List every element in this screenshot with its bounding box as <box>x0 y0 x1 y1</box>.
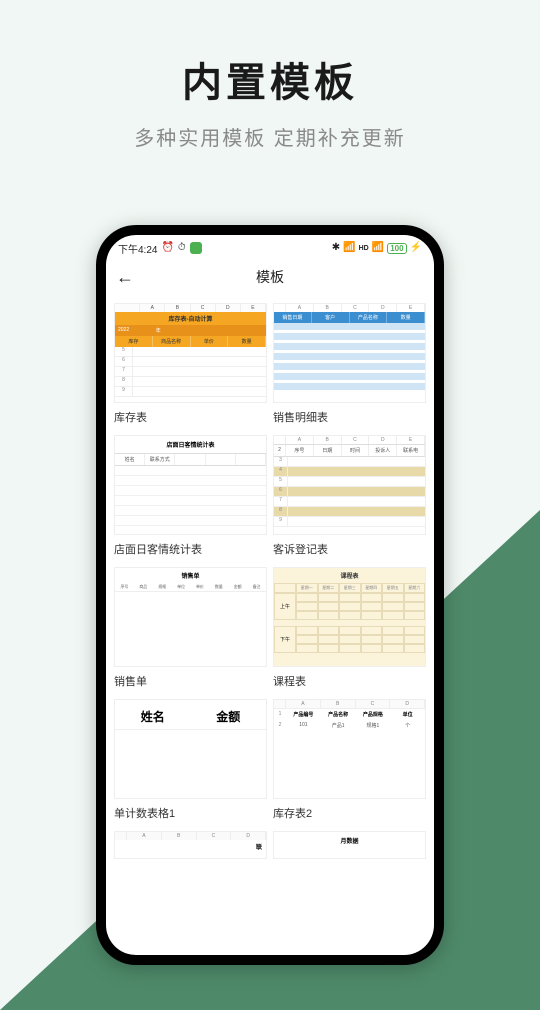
template-thumb: ABCD 1产品编号产品名称产品规格单位 2101产品1规格1个 <box>273 699 426 799</box>
alarm-off-icon: ⏰ <box>161 243 173 253</box>
signal-icon: 📶 <box>343 243 355 253</box>
template-thumb: 月数据 <box>273 831 426 859</box>
template-label: 课程表 <box>273 673 426 689</box>
template-thumb: ABCD 联 <box>114 831 267 859</box>
template-item-sales-doc[interactable]: 销售单 序号商品规格单位单价数量金额备注 销售单 <box>114 567 267 689</box>
template-label: 客诉登记表 <box>273 541 426 557</box>
phone-frame: 下午4:24 ⏰ ⏱ ✱ 📶 HD 📶 100 ⚡ ← 模板 <box>96 225 444 965</box>
back-button[interactable]: ← <box>116 267 134 288</box>
template-item-schedule[interactable]: 课程表 星期一星期二星期三星期四星期五星期六 上午 下午 课程表 <box>273 567 426 689</box>
status-bar: 下午4:24 ⏰ ⏱ ✱ 📶 HD 📶 100 ⚡ <box>106 235 434 261</box>
template-thumb: ABCDE 库存表-自动计算 2022年 库存商品名称单价数量 5 6 7 8 … <box>114 303 267 403</box>
template-item-complaint[interactable]: ABCDE 2序号日期时间投诉人联系电 3 4 5 6 7 8 9 客诉登记表 <box>273 435 426 557</box>
template-item-name-amount[interactable]: 姓名金额 单计数表格1 <box>114 699 267 821</box>
page-title: 模板 <box>256 267 284 287</box>
template-label: 销售明细表 <box>273 409 426 425</box>
template-label: 单计数表格1 <box>114 805 267 821</box>
template-item-sales-detail[interactable]: ABCDE 销售日期客户产品名称数量 销售明细表 <box>273 303 426 425</box>
template-thumb: ABCDE 销售日期客户产品名称数量 <box>273 303 426 403</box>
template-thumb: 姓名金额 <box>114 699 267 799</box>
template-item-partial-left[interactable]: ABCD 联 <box>114 831 267 859</box>
template-label: 库存表 <box>114 409 267 425</box>
template-item-inventory[interactable]: ABCDE 库存表-自动计算 2022年 库存商品名称单价数量 5 6 7 8 … <box>114 303 267 425</box>
charging-icon: ⚡ <box>410 243 422 253</box>
template-label: 店面日客情统计表 <box>114 541 267 557</box>
template-thumb: 店面日客情统计表 姓名联系方式 <box>114 435 267 535</box>
wifi-icon: 📶 <box>372 243 384 253</box>
template-item-inventory2[interactable]: ABCD 1产品编号产品名称产品规格单位 2101产品1规格1个 库存表2 <box>273 699 426 821</box>
phone-screen: 下午4:24 ⏰ ⏱ ✱ 📶 HD 📶 100 ⚡ ← 模板 <box>106 235 434 955</box>
template-thumb: 课程表 星期一星期二星期三星期四星期五星期六 上午 下午 <box>273 567 426 667</box>
template-item-store-daily[interactable]: 店面日客情统计表 姓名联系方式 店面日客情统计表 <box>114 435 267 557</box>
promo-subtitle: 多种实用模板 定期补充更新 <box>0 122 540 151</box>
clock-icon: ⏱ <box>178 243 186 253</box>
template-grid: ABCDE 库存表-自动计算 2022年 库存商品名称单价数量 5 6 7 8 … <box>106 293 434 859</box>
template-item-partial-right[interactable]: 月数据 <box>273 831 426 859</box>
template-label: 销售单 <box>114 673 267 689</box>
status-time: 下午4:24 <box>118 241 157 256</box>
battery-indicator: 100 <box>387 243 406 254</box>
bluetooth-icon: ✱ <box>332 243 340 253</box>
template-thumb: 销售单 序号商品规格单位单价数量金额备注 <box>114 567 267 667</box>
promo-title: 内置模板 <box>0 50 540 108</box>
nav-bar: ← 模板 <box>106 261 434 293</box>
template-thumb: ABCDE 2序号日期时间投诉人联系电 3 4 5 6 7 8 9 <box>273 435 426 535</box>
app-indicator-icon <box>190 242 202 254</box>
hd-icon: HD <box>359 245 369 252</box>
template-label: 库存表2 <box>273 805 426 821</box>
